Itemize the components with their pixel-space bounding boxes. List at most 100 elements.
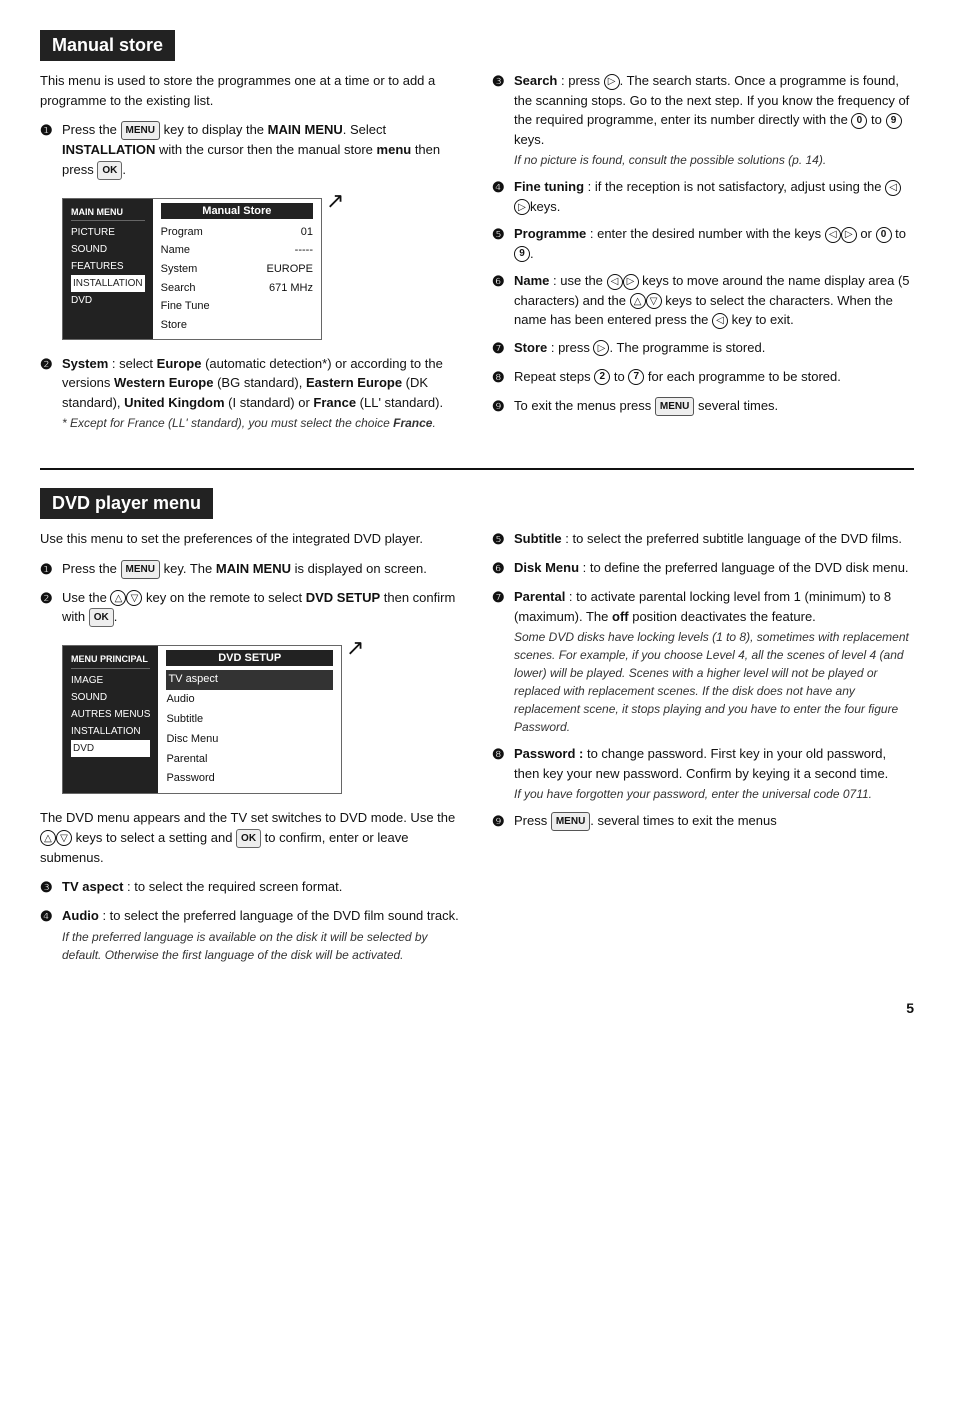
- ok-btn-1: OK: [97, 161, 122, 180]
- manual-store-section: Manual store This menu is used to store …: [40, 30, 914, 440]
- dvd-menu-item-parental: Parental: [166, 750, 333, 770]
- dvd-ok-btn-bottom: OK: [236, 829, 261, 848]
- dvd-player-menu-title: DVD player menu: [40, 488, 213, 519]
- dvd-step-6-num: ❻: [492, 558, 514, 579]
- step-7-content: Store : press ▷. The programme is stored…: [514, 338, 914, 358]
- manual-store-right-col: ❸ Search : press ▷. The search starts. O…: [492, 71, 914, 440]
- dvd-step-4: ❹ Audio : to select the preferred langua…: [40, 906, 462, 964]
- step-8-num: ❽: [492, 367, 514, 388]
- dvd-step-9-content: Press MENU. several times to exit the me…: [514, 811, 914, 831]
- nine-circle-5: 9: [514, 246, 530, 262]
- ref-2-circle: 2: [594, 369, 610, 385]
- dvd-step-9-num: ❾: [492, 811, 514, 832]
- right-arrow-icon-4: ▷: [514, 199, 530, 215]
- dvd-step-8-italic: If you have forgotten your password, ent…: [514, 785, 914, 803]
- step-5-content: Programme : enter the desired number wit…: [514, 224, 914, 263]
- dvd-menu-left: MENU PRINCIPAL IMAGE SOUND AUTRES MENUS …: [63, 646, 158, 793]
- dvd-step-7-content: Parental : to activate parental locking …: [514, 587, 914, 736]
- dvd-step-1-num: ❶: [40, 559, 62, 580]
- dvd-menu-right: DVD SETUP TV aspect Audio Subtitle Disc …: [158, 646, 341, 793]
- dvd-step-1: ❶ Press the MENU key. The MAIN MENU is d…: [40, 559, 462, 580]
- manual-store-step-3: ❸ Search : press ▷. The search starts. O…: [492, 71, 914, 169]
- menu-box-left: MAIN MENU PICTURE SOUND FEATURES INSTALL…: [63, 199, 153, 339]
- zero-circle: 0: [851, 113, 867, 129]
- dvd-menu-right-title: DVD SETUP: [166, 650, 333, 666]
- dvd-step-4-italic: If the preferred language is available o…: [62, 928, 462, 964]
- dvd-menu-item-tvaspect: TV aspect: [166, 670, 333, 690]
- dvd-step-5-content: Subtitle : to select the preferred subti…: [514, 529, 914, 549]
- dvd-step-3-content: TV aspect : to select the required scree…: [62, 877, 462, 897]
- menu-row-store: Store: [161, 316, 313, 335]
- manual-store-intro: This menu is used to store the programme…: [40, 71, 462, 110]
- step-2-italic: * Except for France (LL' standard), you …: [62, 414, 462, 432]
- menu-row-program: Program01: [161, 223, 313, 242]
- dvd-menu-item-password: Password: [166, 769, 333, 789]
- dvd-right-col: ❺ Subtitle : to select the preferred sub…: [492, 529, 914, 971]
- step-2-content: System : select Europe (automatic detect…: [62, 354, 462, 433]
- dvd-step-2: ❷ Use the △▽ key on the remote to select…: [40, 588, 462, 628]
- step-3-italic: If no picture is found, consult the poss…: [514, 151, 914, 169]
- exit-arrow-icon: ◁: [712, 313, 728, 329]
- dvd-step-3: ❸ TV aspect : to select the required scr…: [40, 877, 462, 898]
- dvd-step-5-num: ❺: [492, 529, 514, 550]
- manual-store-menu-box: MAIN MENU PICTURE SOUND FEATURES INSTALL…: [62, 198, 322, 340]
- dvd-down-arrow-2: ▽: [126, 590, 142, 606]
- dvd-menu-arrow: ↗: [346, 635, 364, 665]
- dvd-step-1-content: Press the MENU key. The MAIN MENU is dis…: [62, 559, 462, 579]
- dvd-menu-key-icon-9: MENU: [551, 812, 590, 831]
- left-arrow-icon-4: ◁: [885, 180, 901, 196]
- dvd-player-menu-section: DVD player menu Use this menu to set the…: [40, 488, 914, 971]
- dvd-menu-item-discmenu: Disc Menu: [166, 730, 333, 750]
- dvd-step-9: ❾ Press MENU. several times to exit the …: [492, 811, 914, 832]
- store-arrow-icon: ▷: [593, 340, 609, 356]
- manual-store-step-2: ❷ System : select Europe (automatic dete…: [40, 354, 462, 433]
- dvd-step-4-num: ❹: [40, 906, 62, 927]
- dvd-step-7-italic: Some DVD disks have locking levels (1 to…: [514, 628, 914, 736]
- dvd-step-5: ❺ Subtitle : to select the preferred sub…: [492, 529, 914, 550]
- dvd-intro: Use this menu to set the preferences of …: [40, 529, 462, 549]
- dvd-step-2-content: Use the △▽ key on the remote to select D…: [62, 588, 462, 628]
- ref-7-circle: 7: [628, 369, 644, 385]
- step-5-num: ❺: [492, 224, 514, 245]
- step-8-content: Repeat steps 2 to 7 for each programme t…: [514, 367, 914, 387]
- step-3-num: ❸: [492, 71, 514, 92]
- right-arrow-icon-5: ▷: [841, 227, 857, 243]
- dvd-up-arrow-bottom: △: [40, 830, 56, 846]
- left-arrow-icon-5: ◁: [825, 227, 841, 243]
- nine-circle: 9: [886, 113, 902, 129]
- dvd-ok-btn-2: OK: [89, 608, 114, 627]
- dvd-menu-item-subtitle: Subtitle: [166, 710, 333, 730]
- dvd-step-7-num: ❼: [492, 587, 514, 608]
- manual-store-title: Manual store: [40, 30, 175, 61]
- section-divider: [40, 468, 914, 470]
- dvd-up-arrow-2: △: [110, 590, 126, 606]
- step-2-num: ❷: [40, 354, 62, 375]
- manual-store-step-4: ❹ Fine tuning : if the reception is not …: [492, 177, 914, 216]
- zero-circle-5: 0: [876, 227, 892, 243]
- step-3-content: Search : press ▷. The search starts. Onc…: [514, 71, 914, 169]
- dvd-down-arrow-bottom: ▽: [56, 830, 72, 846]
- dvd-step-4-content: Audio : to select the preferred language…: [62, 906, 462, 964]
- dvd-menu-key-icon-1: MENU: [121, 560, 160, 579]
- dvd-step-8-content: Password : to change password. First key…: [514, 744, 914, 803]
- menu-row-finetune: Fine Tune: [161, 297, 313, 316]
- dvd-step-3-num: ❸: [40, 877, 62, 898]
- menu-arrow: ↗: [326, 188, 344, 218]
- step-4-content: Fine tuning : if the reception is not sa…: [514, 177, 914, 216]
- dvd-step-6: ❻ Disk Menu : to define the preferred la…: [492, 558, 914, 579]
- dvd-menu-item-audio: Audio: [166, 690, 333, 710]
- left-arrow-icon-6: ◁: [607, 274, 623, 290]
- manual-store-step-8: ❽ Repeat steps 2 to 7 for each programme…: [492, 367, 914, 388]
- menu-right-title: Manual Store: [161, 203, 313, 219]
- dvd-step-8-num: ❽: [492, 744, 514, 765]
- menu-key-icon: MENU: [121, 121, 160, 140]
- dvd-step-2-num: ❷: [40, 588, 62, 609]
- manual-store-left-col: This menu is used to store the programme…: [40, 71, 462, 440]
- dvd-step-7: ❼ Parental : to activate parental lockin…: [492, 587, 914, 736]
- dvd-step-8: ❽ Password : to change password. First k…: [492, 744, 914, 803]
- dvd-left-col: Use this menu to set the preferences of …: [40, 529, 462, 971]
- step-1-num: ❶: [40, 120, 62, 141]
- menu-row-search: Search671 MHz: [161, 279, 313, 298]
- manual-store-step-9: ❾ To exit the menus press MENU several t…: [492, 396, 914, 417]
- step-6-num: ❻: [492, 271, 514, 292]
